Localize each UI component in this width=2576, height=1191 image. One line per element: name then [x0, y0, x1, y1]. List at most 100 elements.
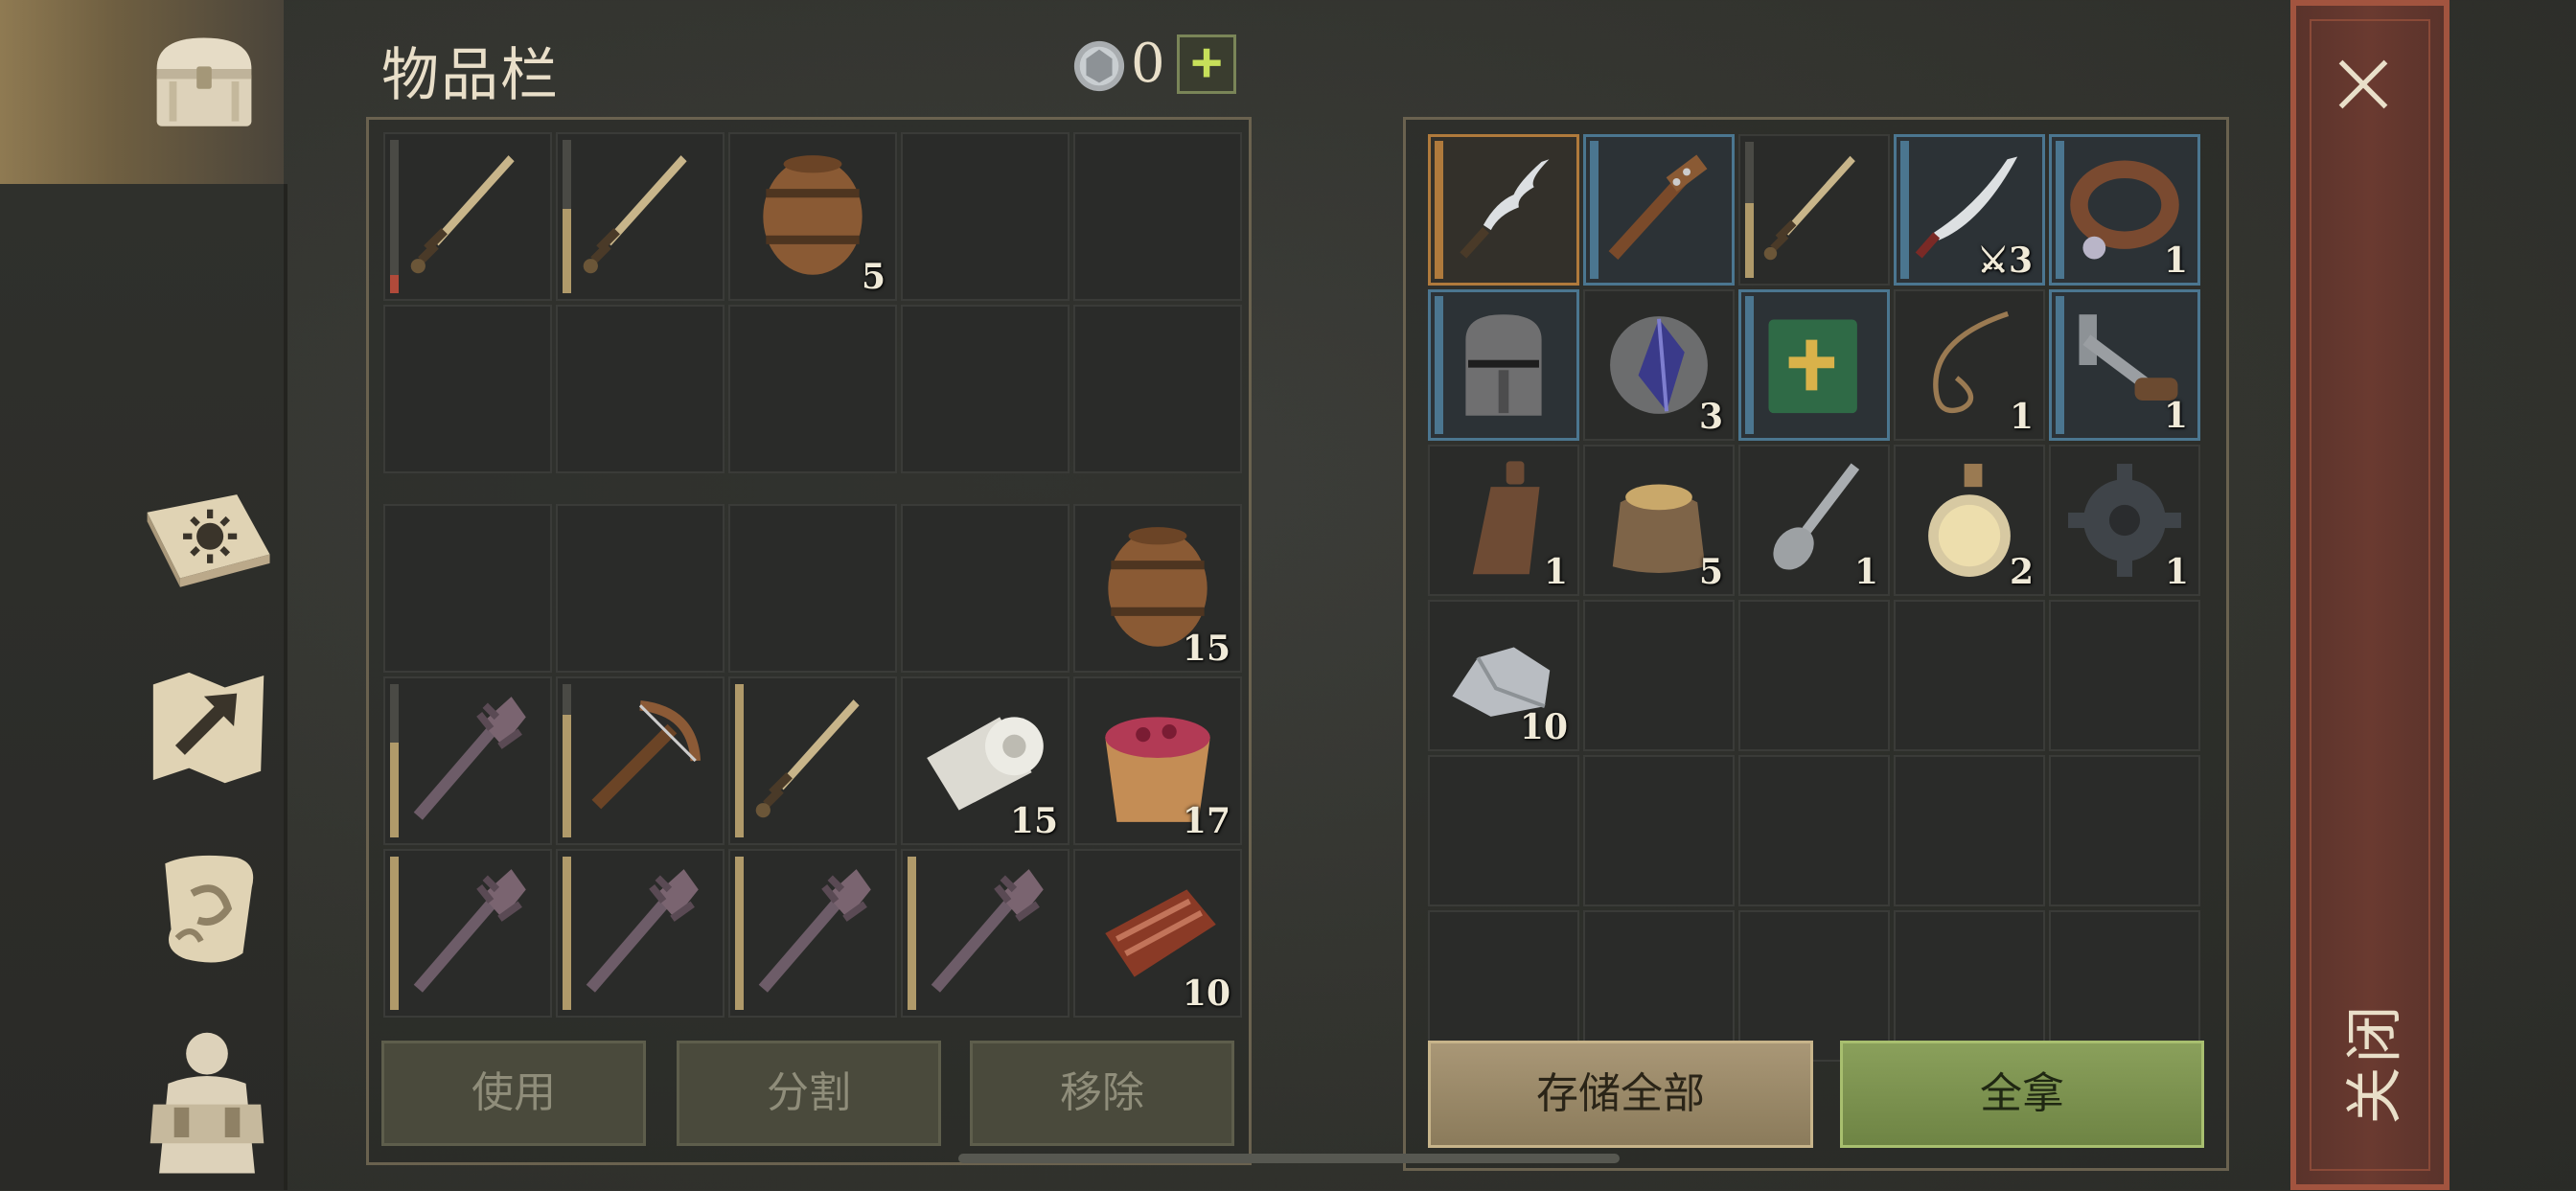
container-slot-empty[interactable] — [2049, 755, 2200, 906]
container-slot-scimitar[interactable]: ⚔3 — [1894, 134, 2045, 286]
container-slot-grain-sack[interactable]: 5 — [1583, 445, 1735, 596]
item-count: 15 — [1182, 629, 1230, 669]
inventory-slot-empty[interactable] — [901, 305, 1070, 473]
item-count: 1 — [1853, 552, 1878, 592]
item-count: 1 — [2163, 396, 2188, 436]
container-slot-crystal[interactable]: 3 — [1583, 289, 1735, 441]
item-count: 1 — [2164, 552, 2189, 592]
container-slot-empty[interactable] — [1583, 600, 1735, 751]
item-count: 5 — [1698, 552, 1723, 592]
item-count: 10 — [1182, 973, 1230, 1014]
currency-coin-icon — [1071, 38, 1127, 94]
inventory-slot-empty[interactable] — [901, 504, 1070, 673]
close-icon[interactable] — [2333, 54, 2394, 115]
inventory-top-grid: 5 — [383, 132, 1242, 473]
container-slot-ore[interactable]: 10 — [1428, 600, 1579, 751]
store-all-button[interactable]: 存储全部 — [1428, 1041, 1813, 1148]
mace-icon — [912, 860, 1058, 1006]
container-slot-sword[interactable] — [1738, 134, 1890, 286]
great-helm-icon — [1440, 302, 1567, 428]
sword-icon — [1750, 146, 1878, 274]
inventory-slot-empty[interactable] — [1073, 305, 1242, 473]
inventory-slot-barrel[interactable]: 15 — [1073, 504, 1242, 673]
container-slot-potion[interactable]: 2 — [1894, 445, 2045, 596]
inventory-slot-sword[interactable] — [728, 676, 897, 845]
add-currency-button[interactable]: + — [1177, 34, 1236, 94]
close-panel[interactable]: 关闭 — [2290, 0, 2450, 1190]
holy-book-icon — [1751, 302, 1877, 428]
item-count: 10 — [1519, 707, 1568, 747]
item-count: 3 — [1698, 397, 1723, 437]
close-label[interactable]: 关闭 — [2329, 990, 2412, 1137]
home-indicator — [958, 1154, 1620, 1163]
container-slot-empty[interactable] — [1738, 755, 1890, 906]
inventory-slot-empty[interactable] — [728, 305, 897, 473]
container-slot-empty[interactable] — [1428, 910, 1579, 1062]
inventory-slot-crossbow[interactable] — [556, 676, 724, 845]
quest-scroll-icon[interactable] — [132, 834, 282, 983]
chest-icon[interactable] — [142, 19, 266, 144]
item-count: 17 — [1182, 801, 1230, 841]
currency-count: 0 — [1131, 33, 1165, 95]
remove-button[interactable]: 移除 — [970, 1041, 1234, 1146]
inventory-slot-mace[interactable] — [728, 849, 897, 1018]
inventory-title: 物品栏 — [381, 42, 560, 109]
container-slot-rope[interactable]: 1 — [1894, 289, 2045, 441]
inventory-slot-meat[interactable]: 10 — [1073, 849, 1242, 1018]
sword-icon — [567, 144, 713, 289]
item-count: 15 — [1009, 801, 1058, 841]
container-slot-empty[interactable] — [1894, 910, 2045, 1062]
container-slot-holy-book[interactable] — [1738, 289, 1890, 441]
inventory-slot-empty[interactable] — [728, 504, 897, 673]
crafting-book-icon[interactable] — [132, 468, 282, 617]
map-icon[interactable] — [132, 652, 282, 801]
container-slot-bottle[interactable]: 1 — [1428, 445, 1579, 596]
container-slot-empty[interactable] — [1738, 600, 1890, 751]
inventory-slot-empty[interactable] — [901, 132, 1070, 301]
inventory-slot-empty[interactable] — [556, 305, 724, 473]
inventory-slot-empty[interactable] — [383, 305, 552, 473]
sword-icon — [740, 688, 886, 834]
container-slot-empty[interactable] — [1738, 910, 1890, 1062]
crossbow-icon — [567, 688, 713, 834]
container-slot-crank[interactable]: 1 — [2049, 289, 2200, 441]
spiked-club-icon — [1596, 147, 1722, 273]
use-button[interactable]: 使用 — [381, 1041, 646, 1146]
inventory-slot-mace[interactable] — [383, 849, 552, 1018]
container-slot-empty[interactable] — [1894, 600, 2045, 751]
container-slot-kris-dagger[interactable] — [1428, 134, 1579, 286]
mace-icon — [395, 860, 540, 1006]
mace-icon — [567, 860, 713, 1006]
character-backpack-icon[interactable] — [132, 1014, 282, 1186]
inventory-slot-empty[interactable] — [383, 504, 552, 673]
container-slot-empty[interactable] — [1428, 755, 1579, 906]
container-slot-empty[interactable] — [1583, 910, 1735, 1062]
inventory-slot-sword[interactable] — [556, 132, 724, 301]
take-all-button[interactable]: 全拿 — [1840, 1041, 2204, 1148]
container-slot-collar[interactable]: 1 — [2049, 134, 2200, 286]
container-slot-great-helm[interactable] — [1428, 289, 1579, 441]
container-grid: ⚔3 1 3 1 1 1 5 1 2 1 10 — [1428, 134, 2200, 1062]
container-slot-spoon[interactable]: 1 — [1738, 445, 1890, 596]
item-count: 5 — [861, 257, 886, 297]
container-slot-empty[interactable] — [1583, 755, 1735, 906]
inventory-slot-mace[interactable] — [901, 849, 1070, 1018]
kris-dagger-icon — [1440, 147, 1567, 273]
inventory-slot-empty[interactable] — [556, 504, 724, 673]
container-slot-spiked-club[interactable] — [1583, 134, 1735, 286]
container-slot-empty[interactable] — [1894, 755, 2045, 906]
container-slot-gear[interactable]: 1 — [2049, 445, 2200, 596]
inventory-slot-sword[interactable] — [383, 132, 552, 301]
inventory-slot-mace[interactable] — [383, 676, 552, 845]
item-count: ⚔3 — [1977, 240, 2033, 281]
split-button[interactable]: 分割 — [677, 1041, 941, 1146]
item-count: 1 — [2163, 240, 2188, 281]
inventory-slot-empty[interactable] — [1073, 132, 1242, 301]
container-slot-empty[interactable] — [2049, 910, 2200, 1062]
sword-icon — [395, 144, 540, 289]
inventory-slot-berry-bucket[interactable]: 17 — [1073, 676, 1242, 845]
inventory-slot-barrel[interactable]: 5 — [728, 132, 897, 301]
inventory-slot-cloth-roll[interactable]: 15 — [901, 676, 1070, 845]
container-slot-empty[interactable] — [2049, 600, 2200, 751]
inventory-slot-mace[interactable] — [556, 849, 724, 1018]
